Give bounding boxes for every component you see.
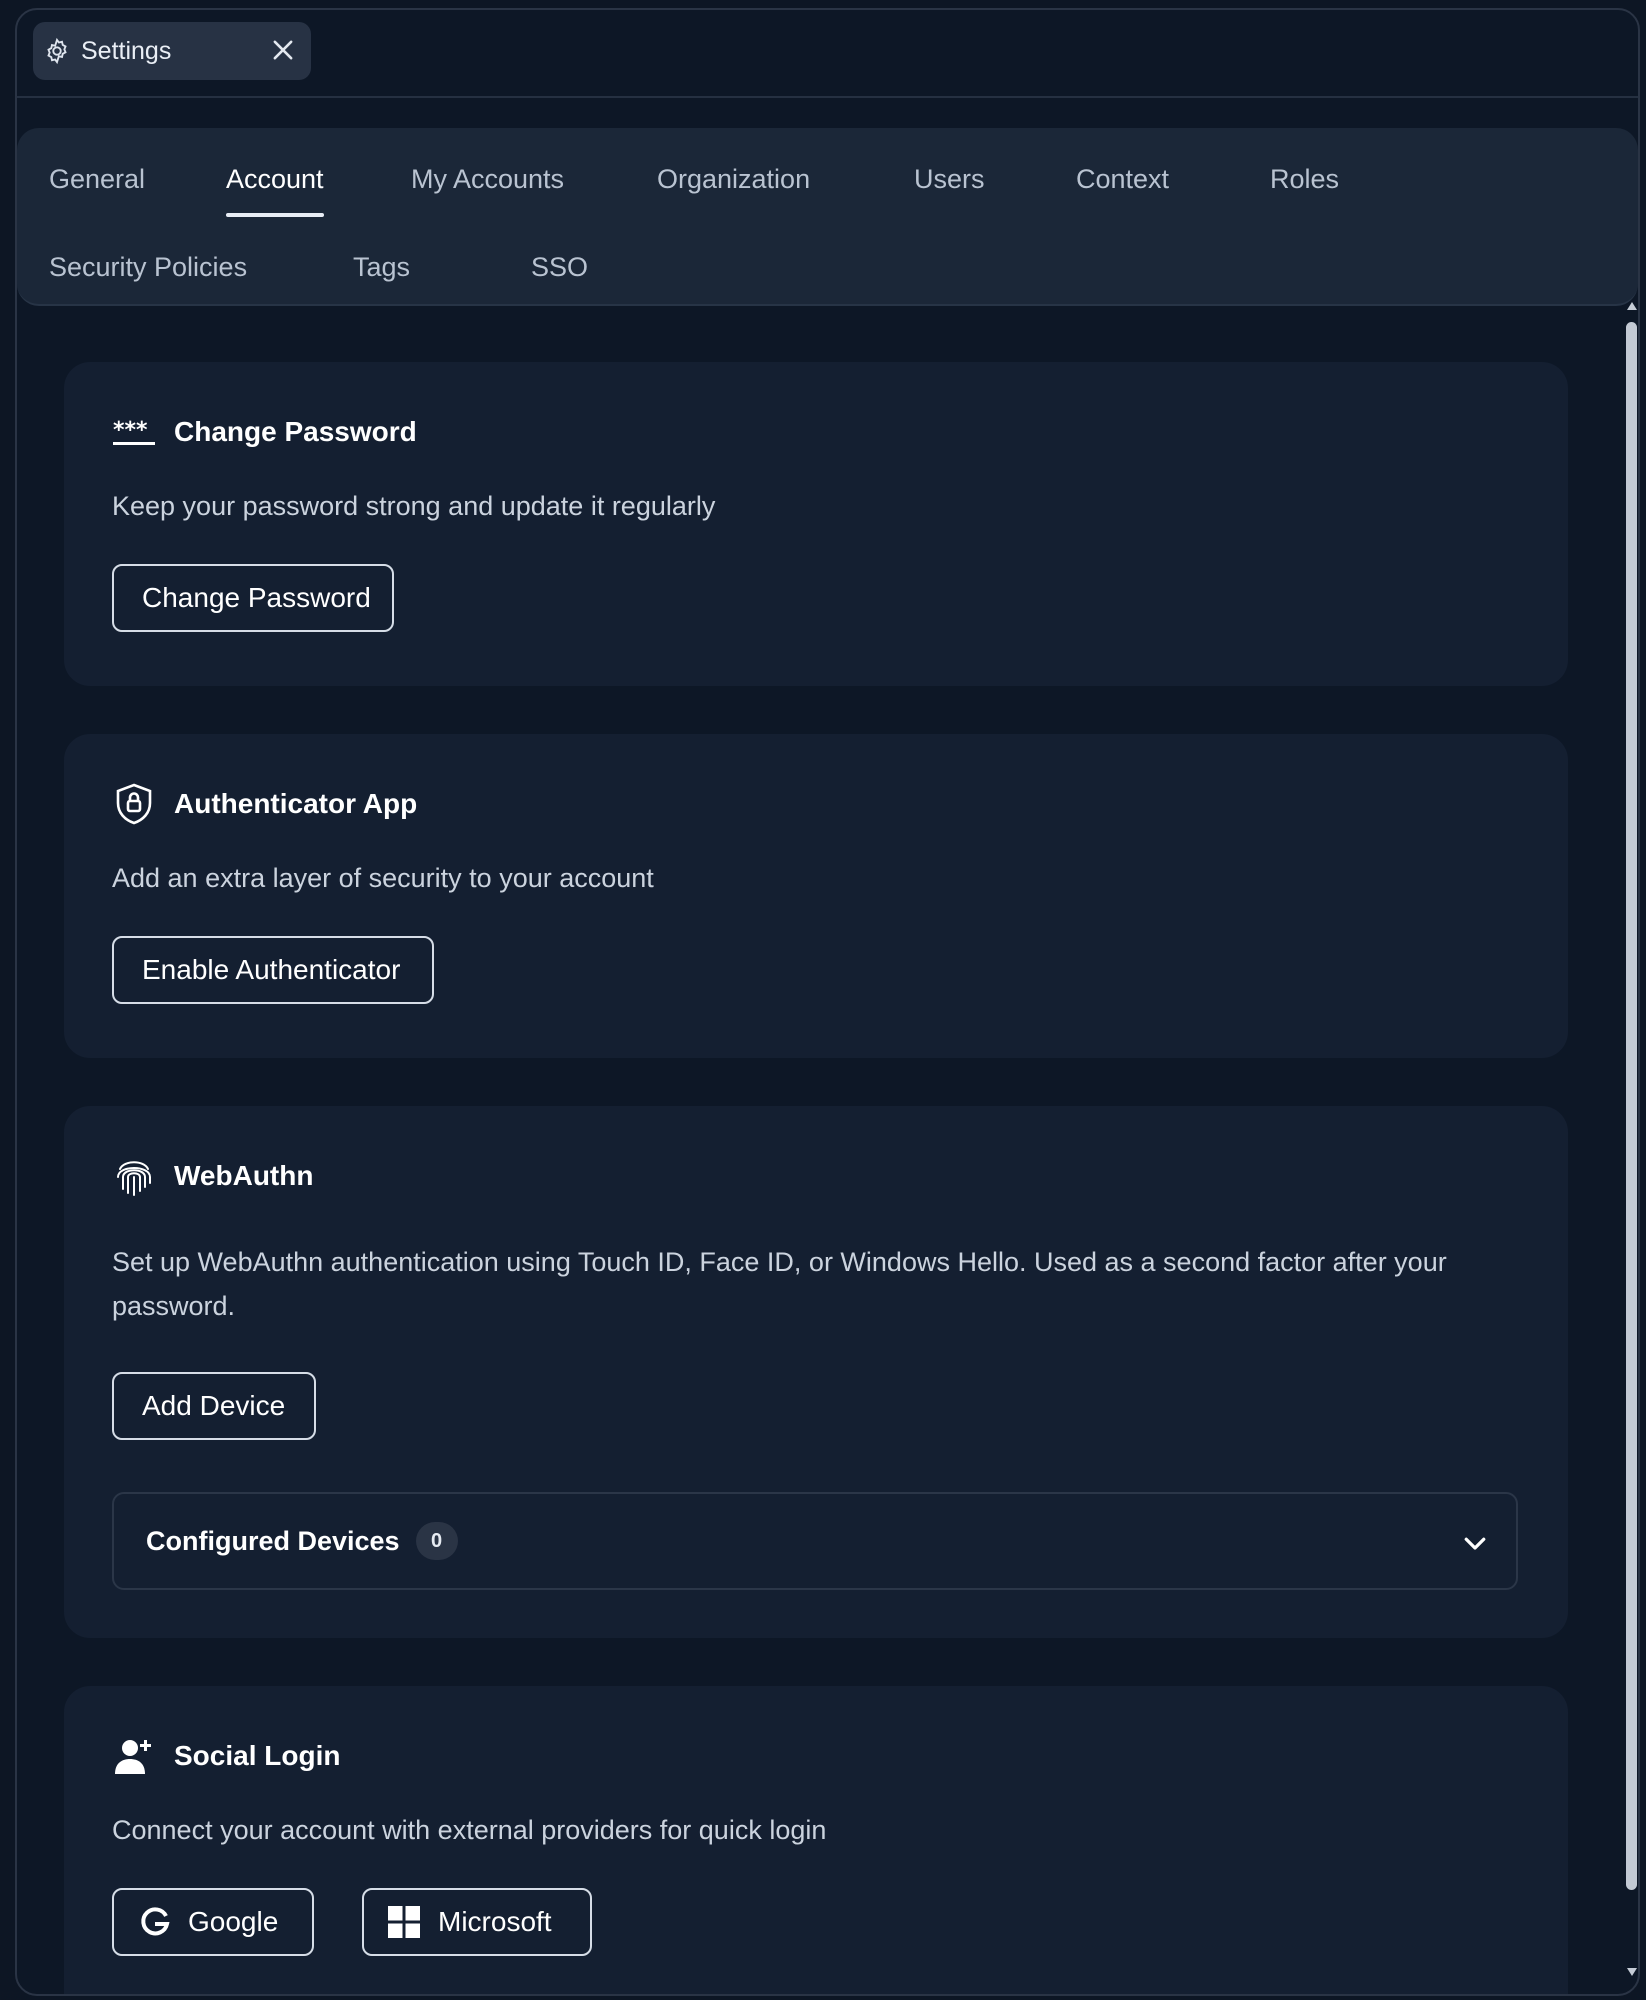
card-description: Keep your password strong and update it … <box>112 491 716 521</box>
card-header: *** Change Password <box>112 410 417 454</box>
tab-context[interactable]: Context <box>1076 164 1169 195</box>
tab-tags[interactable]: Tags <box>353 252 410 283</box>
scrollbar-thumb[interactable] <box>1626 322 1637 1890</box>
change-password-card: *** Change Password Keep your password s… <box>64 362 1568 686</box>
google-login-button[interactable]: Google <box>112 1888 314 1956</box>
microsoft-icon <box>388 1906 420 1938</box>
scroll-down-arrow[interactable] <box>1627 1968 1637 1976</box>
gear-icon <box>47 37 67 65</box>
chevron-down-icon[interactable] <box>1460 1528 1490 1558</box>
settings-window: Settings General Account My Accounts Org… <box>15 8 1640 1996</box>
microsoft-login-button[interactable]: Microsoft <box>362 1888 592 1956</box>
settings-nav: General Account My Accounts Organization… <box>17 128 1638 306</box>
card-title: Authenticator App <box>174 788 418 819</box>
card-title: WebAuthn <box>174 1160 314 1191</box>
card-title: Social Login <box>174 1740 341 1771</box>
social-login-card: Social Login Connect your account with e… <box>64 1686 1568 1994</box>
device-count-badge: 0 <box>415 1522 458 1560</box>
close-icon[interactable] <box>269 36 297 64</box>
user-plus-icon <box>112 1734 156 1778</box>
card-header: Social Login <box>112 1734 340 1778</box>
card-description: Add an extra layer of security to your a… <box>112 863 654 893</box>
add-device-button[interactable]: Add Device <box>112 1372 316 1440</box>
card-header: Authenticator App <box>112 782 417 826</box>
enable-authenticator-button[interactable]: Enable Authenticator <box>112 936 434 1004</box>
scroll-up-arrow[interactable] <box>1627 302 1637 310</box>
google-label: Google <box>188 1906 279 1937</box>
titlebar: Settings <box>17 10 1638 98</box>
card-header: WebAuthn <box>112 1154 313 1198</box>
tab-organization[interactable]: Organization <box>657 164 810 195</box>
microsoft-label: Microsoft <box>438 1906 552 1937</box>
tab-security-policies[interactable]: Security Policies <box>49 252 247 283</box>
tab-general[interactable]: General <box>49 164 145 195</box>
google-icon <box>141 1907 170 1936</box>
authenticator-card: Authenticator App Add an extra layer of … <box>64 734 1568 1058</box>
fingerprint-icon <box>112 1154 156 1198</box>
tab-account[interactable]: Account <box>226 164 324 217</box>
tab-title: Settings <box>81 36 172 65</box>
shield-lock-icon <box>112 782 156 826</box>
svg-text:***: *** <box>113 418 148 443</box>
configured-devices-accordion[interactable]: Configured Devices 0 <box>112 1492 1518 1590</box>
card-title: Change Password <box>174 416 417 447</box>
settings-tab[interactable]: Settings <box>33 22 311 80</box>
card-description: Connect your account with external provi… <box>112 1815 827 1845</box>
card-description: Set up WebAuthn authentication using Tou… <box>112 1247 1447 1321</box>
settings-content: *** Change Password Keep your password s… <box>17 310 1607 1994</box>
webauthn-card: WebAuthn Set up WebAuthn authentication … <box>64 1106 1568 1638</box>
configured-devices-title: Configured Devices <box>146 1525 400 1556</box>
tab-users[interactable]: Users <box>914 164 985 195</box>
password-icon: *** <box>112 410 156 454</box>
tab-my-accounts[interactable]: My Accounts <box>411 164 564 195</box>
active-tab-indicator <box>226 213 324 217</box>
change-password-button[interactable]: Change Password <box>112 564 394 632</box>
vertical-scrollbar[interactable] <box>1624 300 1640 1982</box>
tab-sso[interactable]: SSO <box>531 252 588 283</box>
tab-roles[interactable]: Roles <box>1270 164 1339 195</box>
